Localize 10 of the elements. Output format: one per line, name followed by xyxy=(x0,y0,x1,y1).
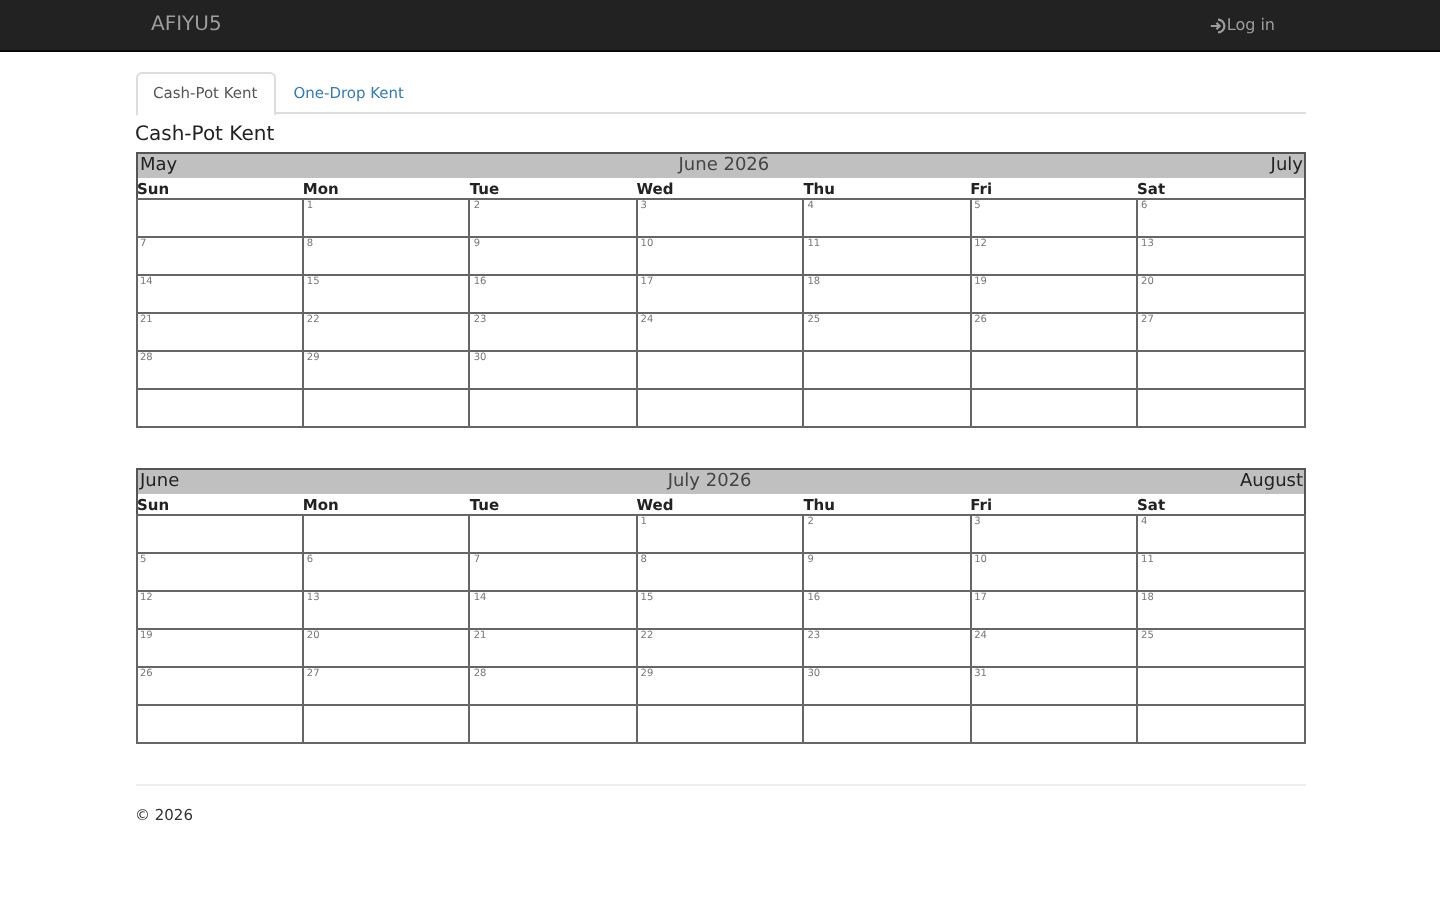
brand-link[interactable]: AFIYU5 xyxy=(135,14,222,36)
next-month-link[interactable]: July xyxy=(1270,156,1303,176)
month-title: July 2026 xyxy=(667,472,752,492)
prev-month-link[interactable]: May xyxy=(137,156,178,176)
page-heading: Cash-Pot Kent xyxy=(135,124,277,146)
month-title: June 2026 xyxy=(678,156,770,176)
login-link[interactable]: Log in xyxy=(1210,16,1305,34)
next-month-link[interactable]: August xyxy=(1240,472,1303,492)
prev-month-link[interactable]: June xyxy=(137,472,180,492)
login-icon xyxy=(1210,17,1227,33)
